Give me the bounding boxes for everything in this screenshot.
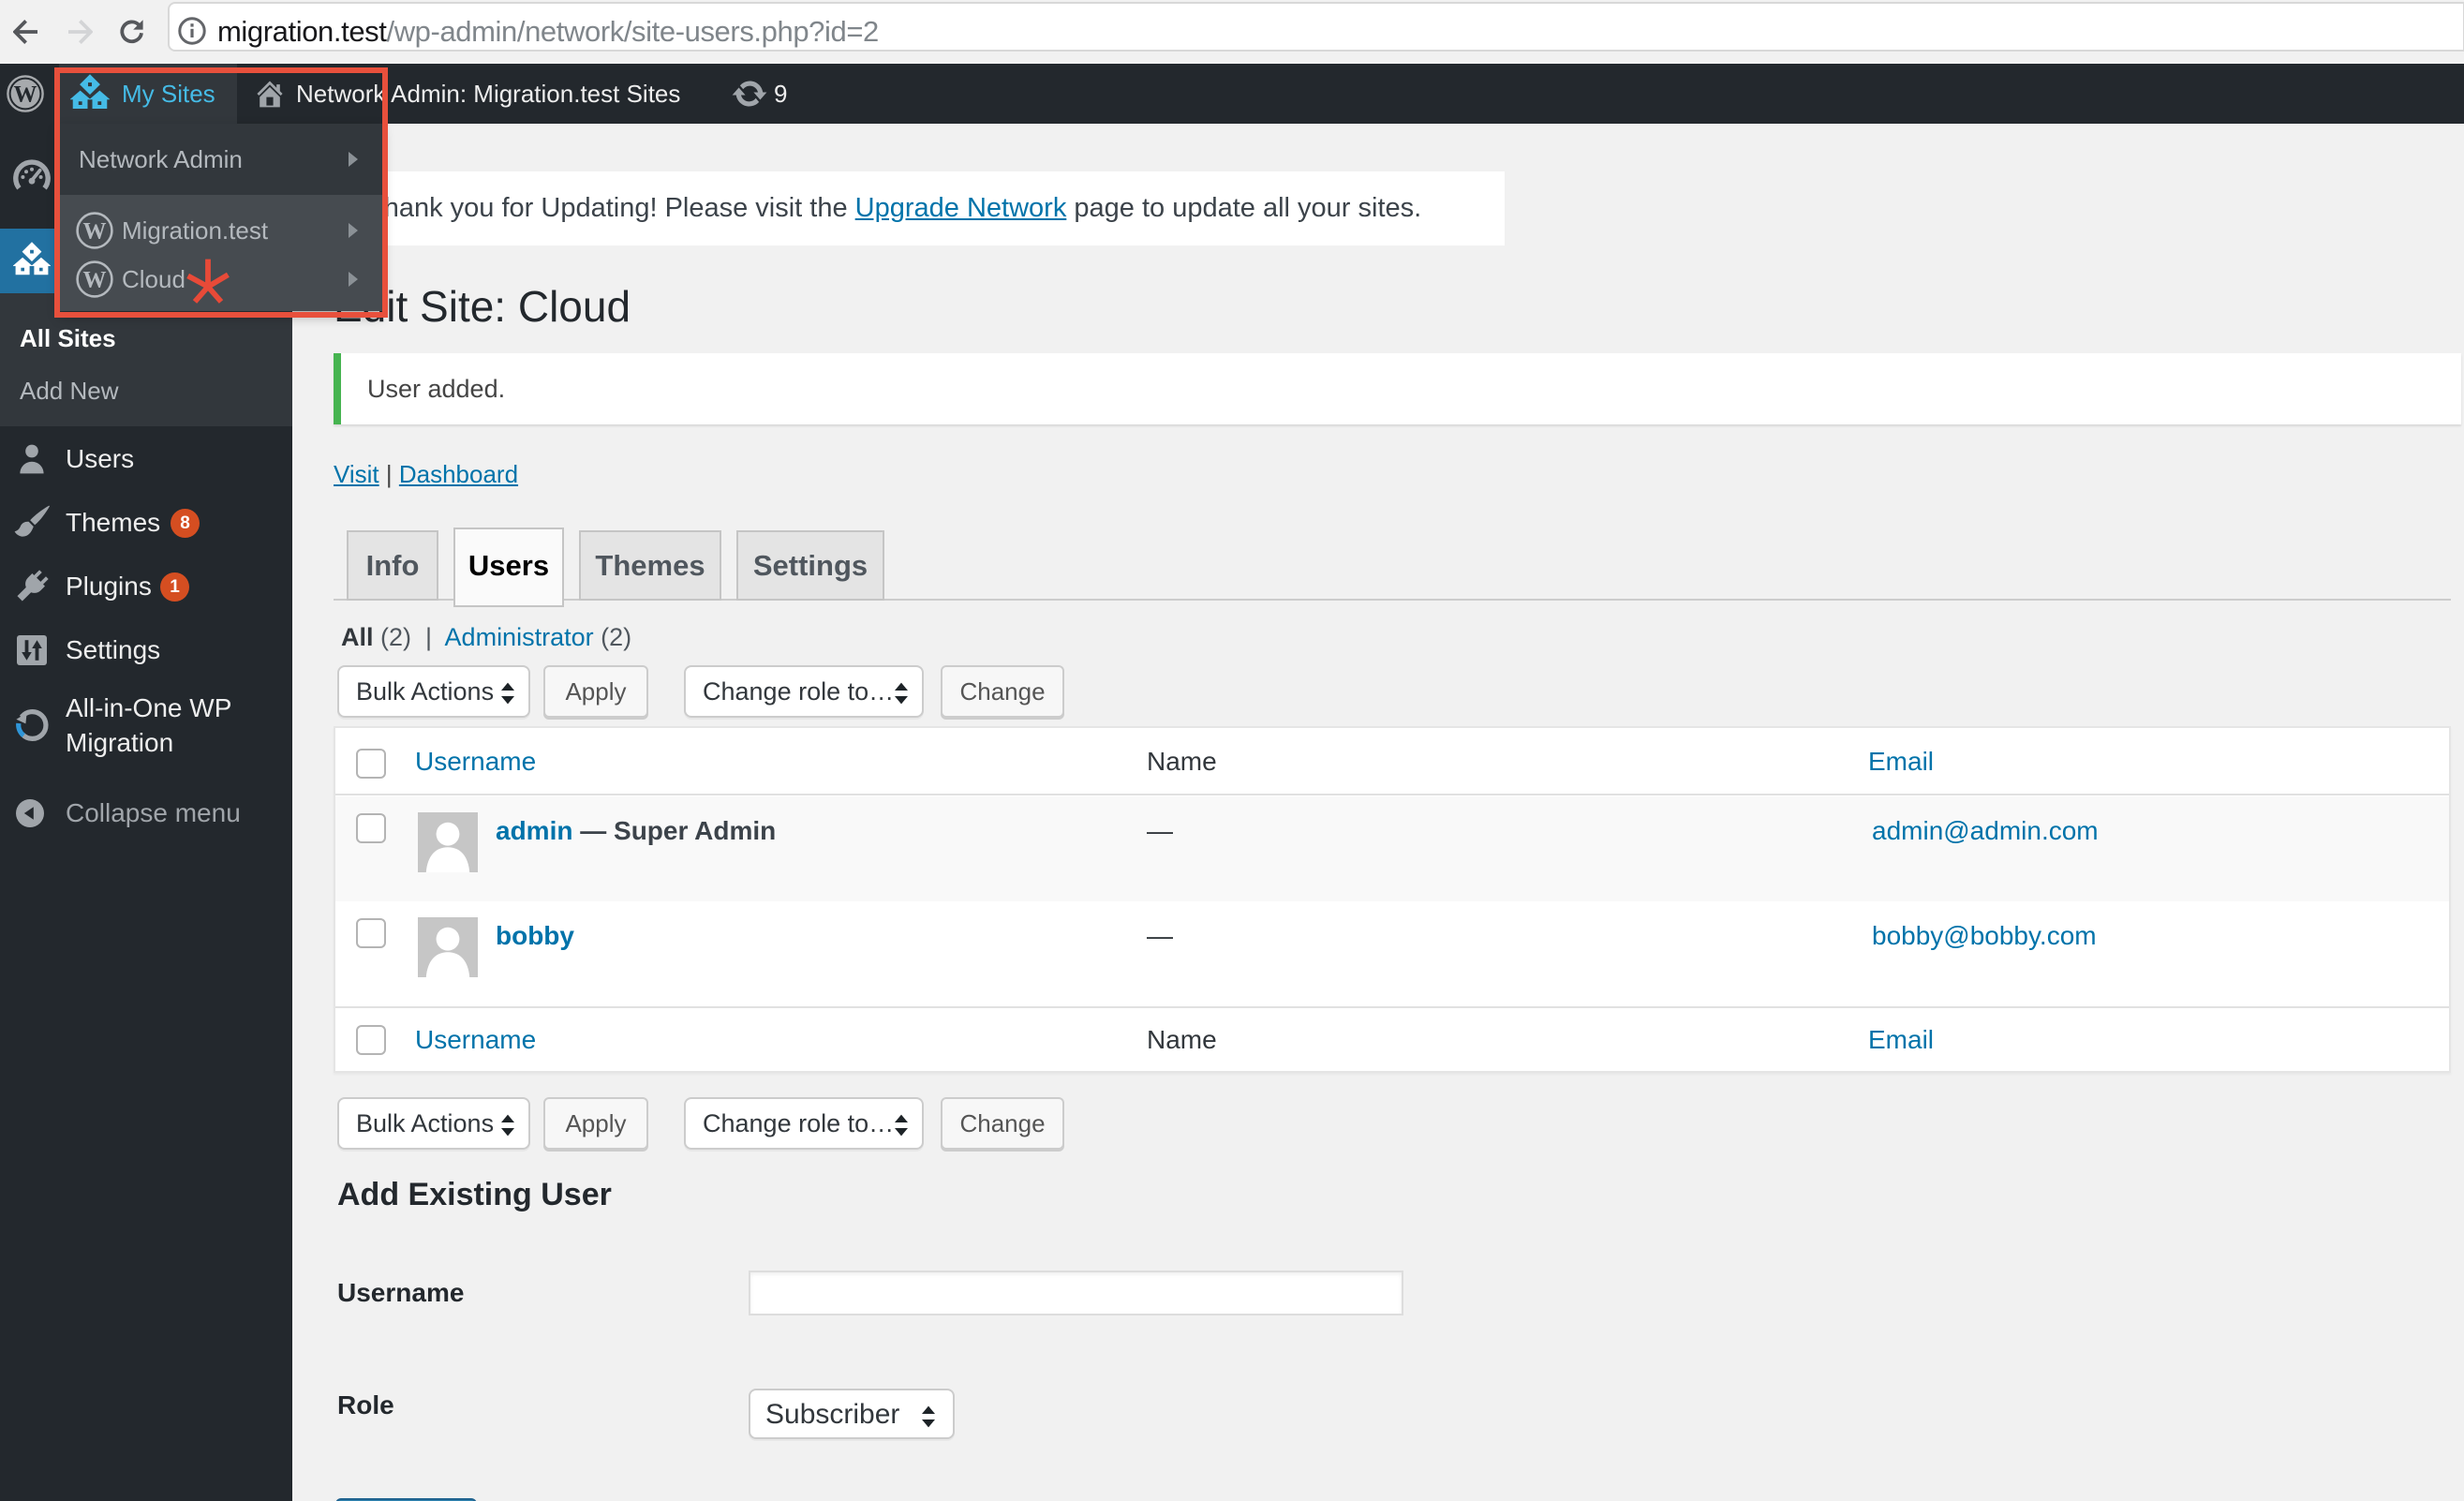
svg-text:W: W [14,82,37,108]
